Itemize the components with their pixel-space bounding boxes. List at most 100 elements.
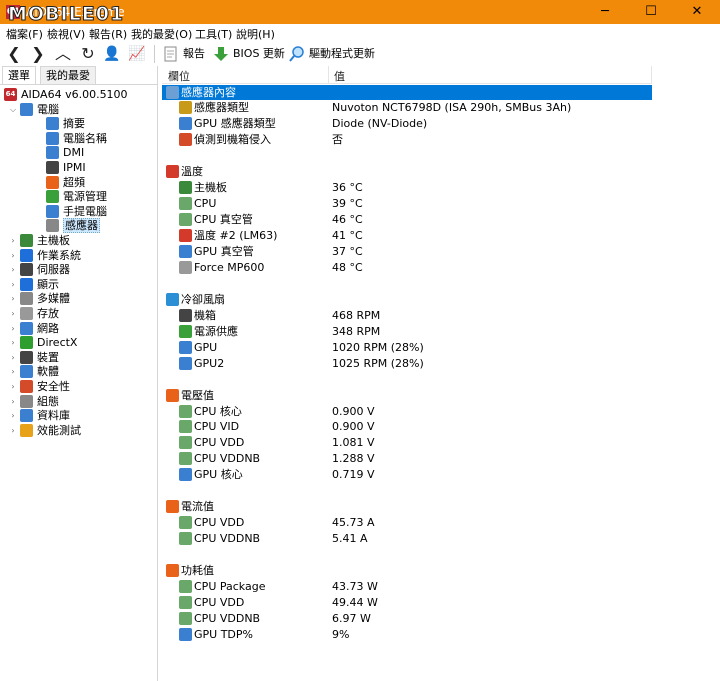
tree-item-icon	[46, 204, 59, 218]
sensor-row[interactable]: CPU VDDNB 5.41 A	[162, 531, 652, 546]
field-value: 36 °C	[332, 181, 363, 195]
chevron-right-icon[interactable]: ›	[8, 394, 18, 409]
sensor-row[interactable]: GPU 1020 RPM (28%)	[162, 340, 652, 355]
sensor-row[interactable]: 主機板 36 °C	[162, 180, 652, 195]
back-arrow-icon[interactable]: ❮	[3, 42, 25, 66]
bios-update-button[interactable]: BIOS 更新	[213, 45, 285, 63]
tab-menu[interactable]: 選單	[2, 66, 36, 84]
chevron-right-icon[interactable]: ›	[8, 262, 18, 277]
chevron-right-icon[interactable]: ›	[8, 291, 18, 306]
sensor-row[interactable]: CPU VDD 1.081 V	[162, 435, 652, 450]
section-header[interactable]: 電流值	[162, 499, 652, 514]
section-icon	[166, 292, 179, 306]
sensor-row[interactable]: Force MP600 48 °C	[162, 260, 652, 275]
menu-view[interactable]: 檢視(V)	[47, 26, 85, 42]
sensor-row[interactable]: 電源供應 348 RPM	[162, 324, 652, 339]
column-field-header[interactable]: 欄位	[168, 68, 190, 84]
column-divider[interactable]	[328, 66, 329, 84]
tab-favorites[interactable]: 我的最愛	[40, 66, 96, 84]
up-arrow-icon[interactable]: ︿	[52, 42, 74, 66]
field-label: GPU TDP%	[194, 627, 253, 641]
tree-item-icon	[46, 175, 59, 189]
section-header[interactable]: 溫度	[162, 164, 652, 179]
sensor-row[interactable]: GPU TDP% 9%	[162, 627, 652, 642]
sensor-icon	[179, 245, 192, 258]
sensor-row[interactable]: CPU VDD 49.44 W	[162, 595, 652, 610]
sensor-row[interactable]: CPU VDD 45.73 A	[162, 515, 652, 530]
field-value: 9%	[332, 627, 350, 641]
field-label: CPU VDD	[194, 436, 245, 450]
close-button[interactable]: ✕	[674, 0, 720, 24]
forward-arrow-icon[interactable]: ❯	[27, 42, 49, 66]
sensor-row[interactable]: CPU VID 0.900 V	[162, 419, 652, 434]
tree-item-icon	[46, 117, 59, 131]
section-header[interactable]: 冷卻風扇	[162, 292, 652, 307]
sensor-row[interactable]: CPU Package 43.73 W	[162, 579, 652, 594]
menu-favorites[interactable]: 我的最愛(O)	[131, 26, 192, 42]
menu-file[interactable]: 檔案(F)	[6, 26, 43, 42]
column-value-header[interactable]: 值	[334, 68, 345, 84]
tree-item-label: 效能測試	[37, 423, 81, 437]
user-icon[interactable]: 👤	[101, 42, 123, 66]
sensor-icon	[179, 229, 192, 243]
sensor-row[interactable]: 感應器類型 Nuvoton NCT6798D (ISA 290h, SMBus 3…	[162, 100, 652, 115]
tree-item-label: 主機板	[37, 234, 70, 247]
field-value: 468 RPM	[332, 308, 381, 322]
field-label: GPU 核心	[194, 468, 243, 482]
sensor-icon	[179, 133, 192, 147]
sensor-row[interactable]: CPU VDDNB 1.288 V	[162, 451, 652, 466]
field-label: CPU 核心	[194, 404, 242, 418]
tree-root-label: AIDA64 v6.00.5100	[21, 88, 128, 101]
field-label: GPU 感應器類型	[194, 117, 276, 131]
refresh-icon[interactable]: ↻	[77, 42, 99, 66]
sensor-row[interactable]: CPU 真空管 46 °C	[162, 212, 652, 227]
sensor-row[interactable]: CPU VDDNB 6.97 W	[162, 611, 652, 626]
minimize-button[interactable]: ─	[582, 0, 628, 24]
report-button[interactable]: 報告	[163, 45, 205, 63]
chevron-right-icon[interactable]: ›	[8, 306, 18, 321]
tree-item-icon	[20, 380, 33, 393]
chevron-right-icon[interactable]: ›	[8, 350, 18, 365]
field-label: CPU 真空管	[194, 213, 253, 227]
sensor-row[interactable]: CPU 核心 0.900 V	[162, 404, 652, 419]
field-label: Force MP600	[194, 260, 265, 274]
tree-item-icon	[20, 234, 33, 247]
section-header[interactable]: 功耗值	[162, 563, 652, 578]
sensor-row[interactable]: GPU 核心 0.719 V	[162, 467, 652, 482]
sensor-row[interactable]: CPU 39 °C	[162, 196, 652, 211]
sensor-icon	[179, 117, 192, 131]
sensor-row[interactable]: GPU 感應器類型 Diode (NV-Diode)	[162, 116, 652, 131]
sensor-icon	[179, 308, 192, 322]
field-value: 5.41 A	[332, 532, 368, 546]
chevron-right-icon[interactable]: ›	[8, 423, 18, 438]
sensor-row[interactable]: 溫度 #2 (LM63) 41 °C	[162, 228, 652, 243]
chevron-right-icon[interactable]: ›	[8, 408, 18, 423]
field-value: 43.73 W	[332, 579, 378, 593]
chevron-right-icon[interactable]: ›	[8, 364, 18, 379]
driver-update-button[interactable]: 驅動程式更新	[289, 45, 375, 63]
sensor-row[interactable]: GPU 真空管 37 °C	[162, 244, 652, 259]
menu-bar: 檔案(F) 檢視(V) 報告(R) 我的最愛(O) 工具(T) 說明(H)	[0, 24, 720, 42]
sensor-row[interactable]: GPU2 1025 RPM (28%)	[162, 356, 652, 371]
sensor-row[interactable]: 偵測到機箱侵入 否	[162, 132, 652, 147]
chevron-right-icon[interactable]: ›	[8, 277, 18, 292]
chevron-right-icon[interactable]: ›	[8, 379, 18, 394]
sensor-row[interactable]: 機箱 468 RPM	[162, 308, 652, 323]
menu-report[interactable]: 報告(R)	[89, 26, 127, 42]
field-label: 偵測到機箱侵入	[194, 133, 271, 147]
chevron-down-icon[interactable]: ⌵	[8, 102, 18, 117]
chevron-right-icon[interactable]: ›	[8, 233, 18, 248]
maximize-button[interactable]: ☐	[628, 0, 674, 24]
menu-help[interactable]: 說明(H)	[236, 26, 275, 42]
field-label: CPU	[194, 197, 217, 211]
sensor-icon	[179, 356, 192, 370]
field-label: CPU VDDNB	[194, 611, 261, 625]
field-label: 電流值	[181, 500, 214, 514]
chevron-right-icon[interactable]: ›	[8, 248, 18, 263]
menu-tools[interactable]: 工具(T)	[195, 26, 232, 42]
section-header[interactable]: 電壓值	[162, 388, 652, 403]
chevron-right-icon[interactable]: ›	[8, 321, 18, 336]
chevron-right-icon[interactable]: ›	[8, 335, 18, 350]
section-header[interactable]: 感應器內容	[162, 84, 652, 100]
chart-icon[interactable]: 📈	[126, 42, 148, 66]
